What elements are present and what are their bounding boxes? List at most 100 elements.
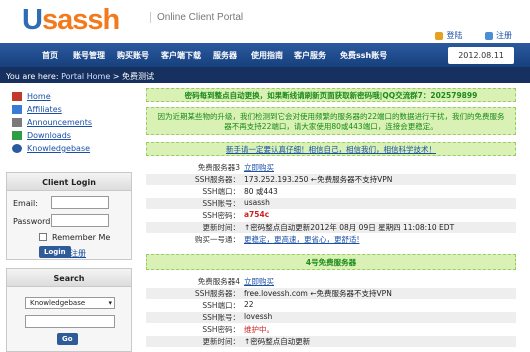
search-scope-value: Knowledgebase (30, 299, 86, 307)
sidebar: Home Affiliates Announcements Downloads … (6, 88, 134, 155)
affiliates-icon (12, 105, 22, 114)
buy-comfort-link[interactable]: 更舒适! (334, 235, 360, 244)
search-scope-select[interactable]: Knowledgebase ▾ (25, 297, 115, 309)
server4-update-label: 更新时间： (202, 337, 241, 346)
password-field[interactable] (51, 214, 109, 227)
server4-port-label: SSH端口： (202, 301, 240, 310)
nav-item-guide[interactable]: 使用指南 (251, 50, 283, 61)
server3-update-value: ↑密码整点自动更新2012年 08月 09日 星期四 11:08:10 EDT (244, 223, 455, 232)
site-header: Usassh Online Client Portal 登陆 注册 (0, 0, 530, 43)
server4-port-value: 22 (244, 300, 254, 309)
search-go-button[interactable]: Go (57, 333, 78, 345)
knowledgebase-icon (12, 144, 22, 153)
remember-me-checkbox[interactable] (39, 233, 47, 241)
usassh-logo[interactable]: Usassh (22, 4, 120, 37)
downloads-icon (12, 131, 22, 140)
header-register-label: 注册 (496, 31, 512, 40)
breadcrumb-home-link[interactable]: Portal Home (61, 72, 110, 81)
server3-account-row: SSH账号： usassh (146, 198, 516, 209)
server3-update-row: 更新时间： ↑密码整点自动更新2012年 08月 09日 星期四 11:08:1… (146, 222, 516, 233)
search-title: Search (7, 269, 131, 287)
sidebar-links: Home Affiliates Announcements Downloads … (6, 88, 134, 155)
server4-banner-text: 4号免费服务器 (305, 258, 357, 267)
register-link[interactable]: 注册 (70, 248, 86, 259)
server4-account-value: lovessh (244, 312, 273, 321)
client-login-title: Client Login (7, 173, 131, 191)
sidebar-item-affiliates[interactable]: Affiliates (12, 103, 134, 116)
newbie-notice: 新手请一定要认真仔细！相信自己，相信我们，相信科学技术！ (146, 142, 516, 156)
server4-buy-link[interactable]: 立即购买 (244, 276, 274, 287)
server4-host-label: SSH服务器： (194, 289, 240, 298)
nav-date: 2012.08.11 (448, 47, 514, 64)
nav-item-home[interactable]: 首页 (42, 50, 58, 61)
port-notice-line1: 因为近期某些物的升级，我们检测到它会对使用频繁的服务器的22端口的数据进行干扰，… (157, 112, 505, 121)
server4-host-value: free.lovessh.com ←免费服务器不支持VPN (244, 289, 392, 298)
sidebar-item-downloads[interactable]: Downloads (12, 129, 134, 142)
sidebar-item-label[interactable]: Downloads (27, 131, 71, 140)
server3-account-value: usassh (244, 198, 270, 207)
register-icon (485, 31, 493, 40)
search-input[interactable] (25, 315, 115, 328)
server3-host-label: SSH服务器： (194, 175, 240, 184)
sidebar-item-knowledgebase[interactable]: Knowledgebase (12, 142, 134, 155)
server4-update-value: ↑密码整点自动更新 (244, 337, 311, 346)
server4-update-row: 更新时间： ↑密码整点自动更新 (146, 336, 516, 347)
server4-port-row: SSH端口： 22 (146, 300, 516, 311)
password-notice-text: 密码每到整点自动更换，如果断线请刷新页面获取新密码哦|QQ交流群7：202579… (184, 91, 478, 100)
nav-item-free-ssh[interactable]: 免费ssh账号 (340, 50, 387, 61)
sidebar-item-label[interactable]: Home (27, 92, 51, 101)
header-login-label: 登陆 (446, 31, 463, 40)
buy-fast-link[interactable]: 更高速， (274, 235, 304, 244)
sidebar-item-label[interactable]: Announcements (27, 118, 92, 127)
server4-title: 免费服务器4 (197, 277, 240, 286)
nav-item-servers[interactable]: 服务器 (213, 50, 237, 61)
main-nav: 首页 账号管理 购买账号 客户端下载 服务器 使用指南 客户服务 免费ssh账号… (0, 43, 530, 67)
remember-me-label: Remember Me (52, 233, 111, 242)
server4-host-row: SSH服务器： free.lovessh.com ←免费服务器不支持VPN (146, 288, 516, 299)
server4-account-label: SSH账号： (202, 313, 240, 322)
nav-item-support[interactable]: 客户服务 (294, 50, 326, 61)
nav-item-buy[interactable]: 购买账号 (117, 50, 149, 61)
newbie-notice-link[interactable]: 新手请一定要认真仔细！相信自己，相信我们，相信科学技术！ (226, 145, 436, 154)
email-label: Email: (13, 199, 38, 208)
email-field[interactable] (51, 196, 109, 209)
server3-port-value: 80 或443 (244, 187, 278, 196)
server3-host-value: 173.252.193.250 ←免费服务器不支持VPN (244, 175, 393, 184)
portal-subtitle: Online Client Portal (150, 12, 243, 23)
port-notice-line2: 器不再支持22端口，请大家使用80或443端口，连接会更稳定。 (224, 122, 438, 131)
server3-password-value: a754c (244, 210, 270, 219)
header-register-link[interactable]: 注册 (485, 31, 512, 40)
home-icon (12, 92, 22, 101)
buy-stable-link[interactable]: 更稳定， (244, 235, 274, 244)
logo-text: sassh (41, 4, 120, 36)
server3-host-row: SSH服务器： 173.252.193.250 ←免费服务器不支持VPN (146, 174, 516, 185)
header-links: 登陆 注册 (415, 30, 512, 41)
client-login-panel: Client Login Email: Password: Remember M… (6, 172, 132, 260)
header-login-link[interactable]: 登陆 (435, 31, 462, 40)
nav-item-client-download[interactable]: 客户端下载 (161, 50, 201, 61)
password-notice: 密码每到整点自动更换，如果断线请刷新页面获取新密码哦|QQ交流群7：202579… (146, 88, 516, 102)
sidebar-item-label[interactable]: Affiliates (27, 105, 62, 114)
breadcrumb-current: 免费测试 (122, 72, 155, 81)
chevron-down-icon: ▾ (108, 299, 112, 307)
login-button[interactable]: Login (39, 246, 71, 258)
server3-account-label: SSH账号： (202, 199, 240, 208)
sidebar-item-announcements[interactable]: Announcements (12, 116, 134, 129)
breadcrumb-separator: > (110, 72, 123, 81)
server3-password-label: SSH密码： (202, 211, 240, 220)
sidebar-item-label[interactable]: Knowledgebase (27, 144, 90, 153)
server4-account-row: SSH账号： lovessh (146, 312, 516, 323)
buy-easy-link[interactable]: 更省心， (304, 235, 334, 244)
nav-item-account[interactable]: 账号管理 (73, 50, 105, 61)
password-label: Password: (13, 217, 54, 226)
server4-title-row: 免费服务器4 立即购买 (146, 276, 516, 287)
announcements-icon (12, 118, 22, 127)
server3-buy-link[interactable]: 立即购买 (244, 162, 274, 173)
logo-letter-u: U (22, 4, 43, 36)
sidebar-item-home[interactable]: Home (12, 90, 134, 103)
server4-banner: 4号免费服务器 (146, 254, 516, 270)
server3-update-label: 更新时间： (202, 223, 241, 232)
server3-password-row: SSH密码： a754c (146, 210, 516, 221)
server3-buy-label: 购买一号通： (195, 235, 240, 244)
login-icon (435, 31, 444, 40)
